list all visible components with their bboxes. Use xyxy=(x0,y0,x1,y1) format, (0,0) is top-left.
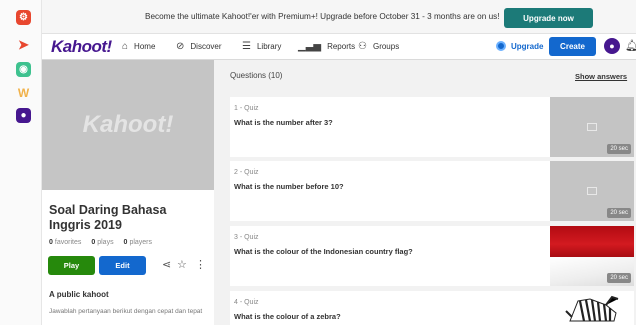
zebra-image xyxy=(550,291,634,325)
question-type: 3 - Quiz xyxy=(234,234,259,241)
upgrade-now-button[interactable]: Upgrade now xyxy=(504,8,593,28)
players-count: 0 xyxy=(123,239,128,246)
flag-red-stripe xyxy=(550,226,634,259)
question-text: What is the colour of the Indonesian cou… xyxy=(234,247,413,256)
cover-logo: Kahoot! xyxy=(82,111,174,138)
zebra-icon xyxy=(565,295,619,322)
kahoot-app-icon[interactable]: ● xyxy=(16,108,31,123)
question-text: What is the colour of a zebra? xyxy=(234,312,341,321)
kahoot-description: Jawablah pertanyaan berikut dengan cepat… xyxy=(49,308,203,315)
question-type: 1 - Quiz xyxy=(234,105,259,112)
question-text: What is the number before 10? xyxy=(234,182,344,191)
players-label: players xyxy=(129,239,153,246)
share-icon[interactable]: ⋖ xyxy=(162,258,171,271)
nav-reports-label: Reports xyxy=(327,42,356,51)
create-button[interactable]: Create xyxy=(549,37,596,56)
gear-app-icon[interactable]: ⚙ xyxy=(16,10,31,25)
kahoot-title: Soal Daring Bahasa Inggris 2019 xyxy=(49,203,167,232)
image-placeholder-icon xyxy=(587,187,597,195)
kahoot-stats: 0 favorites 0 plays 0 players xyxy=(49,239,160,246)
question-card[interactable]: 3 - Quiz What is the colour of the Indon… xyxy=(230,226,634,286)
question-card[interactable]: 4 - Quiz What is the colour of a zebra? xyxy=(230,291,634,325)
user-icon: ● xyxy=(609,41,615,51)
list-icon: ☰ xyxy=(242,41,251,52)
question-type: 2 - Quiz xyxy=(234,169,259,176)
upgrade-icon xyxy=(496,41,506,51)
arrow-app-icon[interactable]: ➤ xyxy=(16,37,31,52)
visibility-label: A public kahoot xyxy=(49,290,109,299)
kahoot-cover-image: Kahoot! xyxy=(42,60,214,190)
nav-reports[interactable]: ▁▃▅ Reports xyxy=(298,41,355,52)
question-card[interactable]: 2 - Quiz What is the number before 10? 2… xyxy=(230,161,634,221)
edit-button[interactable]: Edit xyxy=(99,256,146,275)
nav-discover-label: Discover xyxy=(190,42,222,51)
compass-icon: ⊘ xyxy=(176,41,185,52)
kahoot-logo[interactable]: Kahoot! xyxy=(51,37,112,57)
nav-groups[interactable]: ⚇ Groups xyxy=(358,41,399,52)
upgrade-link[interactable]: Upgrade xyxy=(496,41,543,51)
nav-discover[interactable]: ⊘ Discover xyxy=(176,41,222,52)
favorites-label: favorites xyxy=(54,239,82,246)
home-icon: ⌂ xyxy=(122,41,129,52)
w-app-icon[interactable]: W xyxy=(16,85,31,100)
play-button[interactable]: Play xyxy=(48,256,95,275)
chart-icon: ▁▃▅ xyxy=(298,41,322,52)
kahoot-info-panel: Soal Daring Bahasa Inggris 2019 0 favorit… xyxy=(42,190,214,325)
avatar[interactable]: ● xyxy=(604,38,620,54)
time-limit-badge: 20 sec xyxy=(607,273,631,283)
time-limit-badge: 20 sec xyxy=(607,208,631,218)
image-placeholder-icon xyxy=(587,123,597,131)
upgrade-label: Upgrade xyxy=(511,41,544,51)
nav-library[interactable]: ☰ Library xyxy=(242,41,281,52)
nav-home[interactable]: ⌂ Home xyxy=(122,41,155,52)
banner-text: Become the ultimate Kahoot!'er with Prem… xyxy=(145,12,500,21)
more-icon[interactable]: ⋮ xyxy=(195,258,206,271)
nav-groups-label: Groups xyxy=(372,42,400,51)
nav-library-label: Library xyxy=(256,42,282,51)
question-thumbnail: 20 sec xyxy=(550,97,634,157)
questions-header: Questions (10) xyxy=(230,71,283,80)
question-type: 4 - Quiz xyxy=(234,299,259,306)
bell-icon[interactable]: 🔔︎ xyxy=(625,39,636,52)
app-dock: ⚙ ➤ ◉ W ● xyxy=(0,0,42,325)
indonesia-flag-image: 20 sec xyxy=(550,226,634,286)
promo-banner: Become the ultimate Kahoot!'er with Prem… xyxy=(42,0,636,34)
chat-app-icon[interactable]: ◉ xyxy=(16,62,31,77)
star-icon[interactable]: ☆ xyxy=(177,258,187,271)
plays-label: plays xyxy=(97,239,114,246)
favorites-count: 0 xyxy=(49,239,53,246)
show-answers-link[interactable]: Show answers xyxy=(575,72,627,81)
people-icon: ⚇ xyxy=(358,41,367,52)
question-card[interactable]: 1 - Quiz What is the number after 3? 20 … xyxy=(230,97,634,157)
nav-home-label: Home xyxy=(134,42,156,51)
plays-count: 0 xyxy=(91,239,96,246)
question-thumbnail: 20 sec xyxy=(550,161,634,221)
time-limit-badge: 20 sec xyxy=(607,144,631,154)
question-text: What is the number after 3? xyxy=(234,118,333,127)
top-nav: Kahoot! ⌂ Home ⊘ Discover ☰ Library ▁▃▅ … xyxy=(42,34,636,60)
